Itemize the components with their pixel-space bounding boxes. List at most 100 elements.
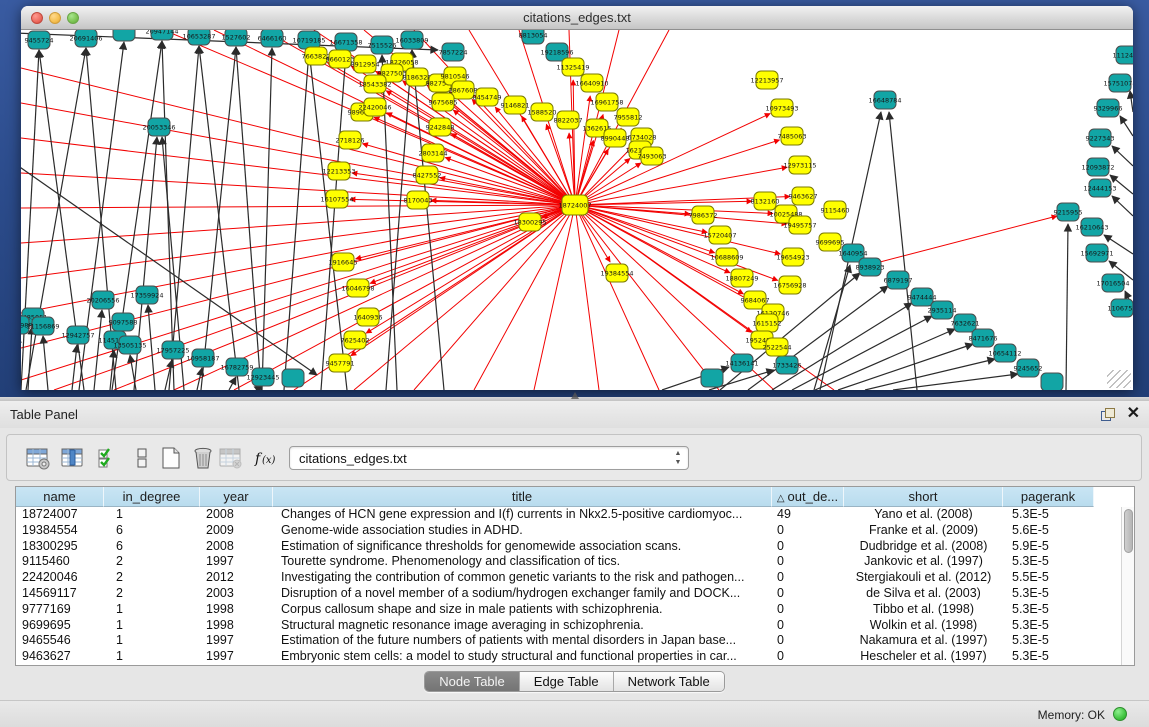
close-panel-icon[interactable]: ✕ [1127,405,1140,423]
table-cell[interactable]: 1997 [200,554,273,570]
table-cell[interactable]: 5.3E-5 [1003,618,1094,634]
table-cell[interactable]: 18724007 [16,507,104,523]
table-cell[interactable]: 5.3E-5 [1003,507,1094,523]
network-node[interactable]: 15751074 [1103,74,1133,92]
network-node[interactable]: 9097588 [109,313,138,331]
table-cell[interactable]: Investigating the contribution of common… [273,570,772,586]
table-row[interactable]: 2242004622012Investigating the contribut… [16,570,1121,586]
network-node[interactable]: 2718126 [336,131,365,149]
table-cell[interactable]: Embryonic stem cells: a model to study s… [273,649,772,665]
table-cell[interactable]: Structural magnetic resonance image aver… [273,618,772,634]
network-node[interactable]: 16648784 [868,91,901,109]
table-cell[interactable]: 1 [104,633,200,649]
table-cell[interactable]: 0 [772,539,844,555]
table-cell[interactable]: 6 [104,523,200,539]
table-cell[interactable]: 0 [772,586,844,602]
network-node[interactable]: 12213957 [750,71,783,89]
table-cell[interactable]: 18300295 [16,539,104,555]
network-node[interactable]: 12213353 [322,162,355,180]
table-cell[interactable]: Tourette syndrome. Phenomenology and cla… [273,554,772,570]
table-cell[interactable]: 14569117 [16,586,104,602]
table-cell[interactable]: 9777169 [16,602,104,618]
function-builder-icon[interactable]: f(x) [253,445,279,471]
column-header-name[interactable]: name [16,487,104,507]
table-settings-icon[interactable] [25,445,51,471]
tab-network-table[interactable]: Network Table [614,672,724,691]
network-node[interactable]: 10653287 [182,30,215,45]
network-node[interactable]: 7515526 [368,36,397,54]
table-cell[interactable]: Jankovic et al. (1997) [844,554,1003,570]
table-cell[interactable]: 1997 [200,649,273,665]
table-cell[interactable]: 0 [772,618,844,634]
table-cell[interactable]: Hescheler et al. (1997) [844,649,1003,665]
table-cell[interactable]: 49 [772,507,844,523]
table-cell[interactable]: 1 [104,618,200,634]
network-node[interactable]: 19654923 [776,248,809,266]
table-cell[interactable]: 2 [104,554,200,570]
table-cell[interactable]: 5.3E-5 [1003,633,1094,649]
network-node[interactable]: 9699695 [816,233,845,251]
table-cell[interactable]: Estimation of significance thresholds fo… [273,539,772,555]
network-node[interactable]: 8813054 [519,30,548,44]
network-node[interactable]: 8132160 [751,192,780,210]
network-node[interactable]: 7955812 [614,108,643,126]
table-cell[interactable]: 5.3E-5 [1003,649,1094,665]
network-node[interactable]: 7857224 [439,43,468,61]
scrollbar-thumb[interactable] [1124,509,1133,553]
network-node[interactable]: 9227343 [1086,129,1115,147]
network-node[interactable]: 10688609 [710,248,743,266]
column-header-in_degree[interactable]: in_degree [104,487,200,507]
network-node[interactable]: 10719185 [292,31,325,49]
table-cell[interactable]: 0 [772,602,844,618]
network-node[interactable]: 7986372 [689,206,718,224]
network-node[interactable]: 8454749 [473,88,502,106]
table-cell[interactable]: Yano et al. (2008) [844,507,1003,523]
network-node[interactable]: 18724007 [558,195,591,215]
table-cell[interactable]: de Silva et al. (2003) [844,586,1003,602]
network-node[interactable]: 20691406 [69,30,102,47]
network-node[interactable]: 12093872 [1081,158,1114,176]
network-node[interactable]: 8938923 [856,258,885,276]
table-cell[interactable]: 5.3E-5 [1003,602,1094,618]
network-node[interactable]: 1588520 [528,103,557,121]
table-cell[interactable]: 0 [772,649,844,665]
network-node[interactable]: 1640936 [354,308,383,326]
network-node[interactable]: 2522544 [763,338,792,356]
table-cell[interactable]: Wolkin et al. (1998) [844,618,1003,634]
table-cell[interactable]: 0 [772,633,844,649]
table-cell[interactable]: 9465546 [16,633,104,649]
delete-column-icon[interactable] [190,445,216,471]
table-cell[interactable]: 2009 [200,523,273,539]
table-cell[interactable]: 2 [104,586,200,602]
table-cell[interactable]: 5.3E-5 [1003,554,1094,570]
network-node[interactable]: 8822037 [554,111,583,129]
table-cell[interactable]: 0 [772,570,844,586]
network-node[interactable]: 20053346 [142,118,175,136]
network-node[interactable]: 1733426 [773,356,802,374]
table-row[interactable]: 946362711997Embryonic stem cells: a mode… [16,649,1121,665]
network-node[interactable]: 8912954 [351,55,380,73]
network-node[interactable]: 1112403 [1113,46,1133,64]
table-cell[interactable]: Dudbridge et al. (2008) [844,539,1003,555]
table-row[interactable]: 1456911722003Disruption of a novel membe… [16,586,1121,602]
table-cell[interactable]: Stergiakouli et al. (2012) [844,570,1003,586]
network-node[interactable]: 6466160 [258,30,287,47]
network-node[interactable]: 7493063 [638,147,667,165]
network-node[interactable]: 8990448 [601,129,630,147]
table-cell[interactable]: 2008 [200,507,273,523]
table-scrollbar[interactable] [1121,507,1134,665]
network-node[interactable]: 16756928 [773,276,806,294]
table-row[interactable]: 946554611997Estimation of the future num… [16,633,1121,649]
network-node[interactable]: 8427552 [413,166,442,184]
network-node[interactable] [1041,373,1063,390]
table-cell[interactable]: Disruption of a novel member of a sodium… [273,586,772,602]
table-cell[interactable]: 9699695 [16,618,104,634]
network-node[interactable]: 9115460 [821,201,850,219]
table-row[interactable]: 1830029562008Estimation of significance … [16,539,1121,555]
table-cell[interactable]: 9463627 [16,649,104,665]
column-header-out_de[interactable]: △out_de... [772,487,844,507]
network-node[interactable]: 16046798 [341,279,374,297]
table-cell[interactable]: Genome-wide association studies in ADHD. [273,523,772,539]
network-node[interactable]: 14136141 [725,354,758,372]
network-node[interactable]: 8170043 [404,191,433,209]
